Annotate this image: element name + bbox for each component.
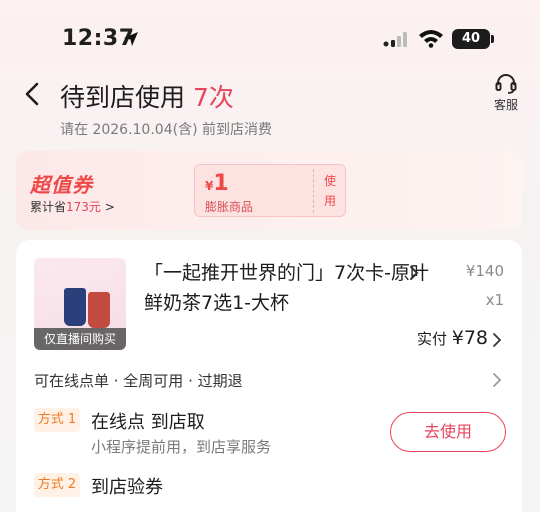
paid-amount-row[interactable]: 实付 ¥78 xyxy=(417,327,488,349)
drink-cup-image xyxy=(88,292,110,328)
coupon-value: 1 xyxy=(213,171,229,196)
savings-amount: 173元 xyxy=(66,200,101,214)
drink-cup-image xyxy=(64,288,86,326)
savings-summary[interactable]: 累计省173元 > xyxy=(30,198,115,215)
customer-service-button[interactable]: 客服 xyxy=(486,72,526,113)
use-now-button[interactable]: 去使用 xyxy=(390,412,506,452)
coupon-divider xyxy=(313,169,314,213)
cellular-signal-icon xyxy=(383,32,407,47)
service-label: 客服 xyxy=(493,98,518,112)
wifi-icon xyxy=(419,30,443,48)
battery-cap xyxy=(491,35,494,43)
banner-title: 超值券 xyxy=(30,173,93,197)
title-count: 7次 xyxy=(192,83,234,112)
usage-info[interactable]: 可在线点单 · 全周可用 · 过期退 xyxy=(34,370,243,391)
page-title: 待到店使用 7次 xyxy=(60,78,234,114)
paid-chevron-icon[interactable] xyxy=(492,332,502,348)
method-2-tag: 方式 2 xyxy=(34,473,80,497)
paid-label: 实付 xyxy=(416,330,447,348)
headset-icon xyxy=(495,74,517,94)
coupon-banner[interactable]: 超值券 累计省173元 > ¥1 膨胀商品 使用 xyxy=(16,151,522,230)
paid-amount: ¥78 xyxy=(451,327,488,349)
product-thumbnail[interactable]: 仅直播间购买 xyxy=(34,258,126,350)
status-bar: 12:37 40 xyxy=(0,0,540,72)
coupon-use-button[interactable]: 使用 xyxy=(319,171,341,211)
method-1-tag: 方式 1 xyxy=(34,408,80,432)
original-price: ¥140 xyxy=(465,262,504,280)
coupon-desc: 膨胀商品 xyxy=(205,200,254,214)
title-text: 待到店使用 xyxy=(60,83,186,112)
product-detail-chevron-icon[interactable] xyxy=(408,264,420,282)
live-only-tag: 仅直播间购买 xyxy=(34,328,126,350)
coupon-amount: ¥1 xyxy=(205,171,229,196)
quantity: x1 xyxy=(485,291,504,309)
method-2-title: 到店验券 xyxy=(91,477,163,498)
method-1-desc: 小程序提前用，到店享服务 xyxy=(91,438,272,456)
back-chevron-icon[interactable] xyxy=(20,80,46,108)
location-arrow-icon xyxy=(124,32,138,46)
product-name[interactable]: 「一起推开世界的门」7次卡-原叶鲜奶茶7选1-大杯 xyxy=(144,258,429,318)
usage-chevron-icon[interactable] xyxy=(492,372,502,388)
deadline-text: 请在 2026.10.04(含) 前到店消费 xyxy=(60,122,272,138)
savings-chevron: > xyxy=(104,200,115,214)
battery-icon: 40 xyxy=(452,29,490,49)
coupon-card[interactable]: ¥1 膨胀商品 使用 xyxy=(194,164,346,217)
method-1-title: 在线点 到店取 xyxy=(91,412,205,433)
savings-label: 累计省 xyxy=(30,200,67,214)
order-card: 仅直播间购买 「一起推开世界的门」7次卡-原叶鲜奶茶7选1-大杯 ¥140 x1… xyxy=(16,240,522,512)
